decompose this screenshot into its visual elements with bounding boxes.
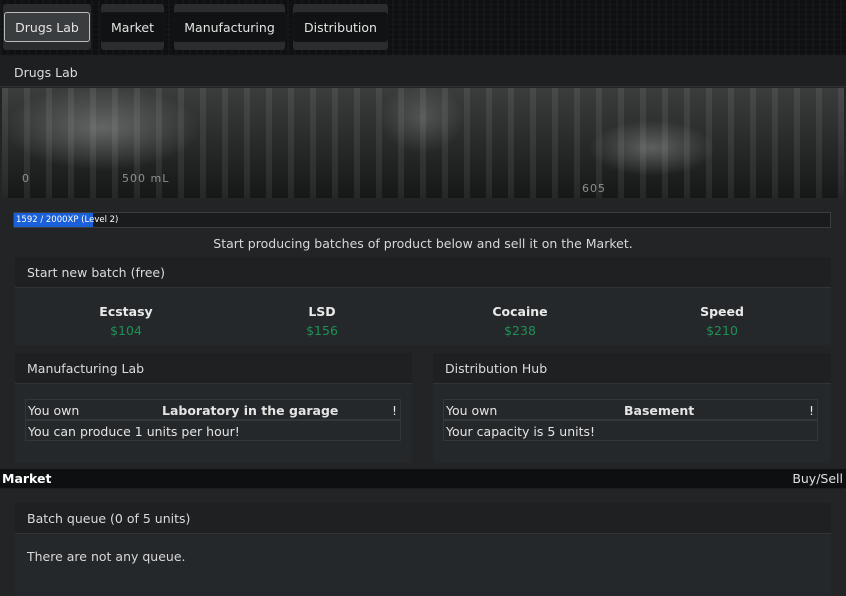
manufacturing-owned-row: You own Laboratory in the garage ! (25, 399, 401, 420)
top-nav: Drugs Lab Market Manufacturing Distribut… (0, 0, 846, 55)
production-rate-text: You can produce 1 units per hour! (28, 424, 240, 439)
drug-price: $104 (110, 323, 142, 338)
manufacturing-lab-card: Manufacturing Lab You own Laboratory in … (15, 353, 412, 463)
tab-drugs-lab-button[interactable]: Drugs Lab (4, 12, 90, 42)
tab-manufacturing-button[interactable]: Manufacturing (173, 12, 286, 42)
drug-name[interactable]: LSD (262, 304, 382, 319)
drugs-lab-panel: Drugs Lab 0 500 mL 605 1592 / 2000XP (Le… (0, 57, 846, 469)
xp-progress-label: 1592 / 2000XP (Level 2) (16, 215, 119, 225)
banner-mark-0: 0 (22, 172, 30, 185)
capacity-text: Your capacity is 5 units! (446, 424, 596, 439)
drug-name[interactable]: Cocaine (460, 304, 580, 319)
tab-market[interactable]: Market (100, 4, 165, 50)
queue-empty-text: There are not any queue. (27, 549, 186, 564)
distribution-owned-row: You own Basement ! (443, 399, 818, 420)
batch-queue-title: Batch queue (0 of 5 units) (15, 503, 831, 534)
batch-queue-card: Batch queue (0 of 5 units) There are not… (15, 503, 831, 596)
xp-progress-fill: 1592 / 2000XP (Level 2) (14, 213, 118, 227)
owned-suffix: ! (391, 403, 397, 418)
drug-speed[interactable]: Speed $210 (662, 304, 782, 338)
manufacturing-lab-title: Manufacturing Lab (15, 353, 412, 384)
drug-cocaine[interactable]: Cocaine $238 (460, 304, 580, 338)
tab-distribution[interactable]: Distribution (293, 4, 388, 50)
owned-suffix: ! (808, 403, 814, 418)
market-bar-title: Market (2, 471, 52, 486)
new-batch-card: Start new batch (free) Ecstasy $104 LSD … (15, 257, 831, 345)
owned-lab-name: Laboratory in the garage (162, 403, 339, 418)
intro-text: Start producing batches of product below… (213, 236, 633, 251)
banner-mark-605: 605 (582, 182, 606, 195)
drug-price: $156 (306, 323, 338, 338)
tab-drugs-lab[interactable]: Drugs Lab (3, 4, 91, 50)
distribution-capacity-row: Your capacity is 5 units! (443, 420, 818, 441)
drug-name[interactable]: Speed (662, 304, 782, 319)
buy-sell-link[interactable]: Buy/Sell (792, 471, 843, 486)
queue-panel: Batch queue (0 of 5 units) There are not… (0, 489, 846, 596)
distribution-hub-card: Distribution Hub You own Basement ! Your… (433, 353, 831, 463)
owned-prefix: You own (446, 403, 498, 418)
tab-distribution-button[interactable]: Distribution (293, 12, 388, 42)
drug-lsd[interactable]: LSD $156 (262, 304, 382, 338)
drug-price: $210 (706, 323, 738, 338)
drug-ecstasy[interactable]: Ecstasy $104 (66, 304, 186, 338)
owned-hub-name: Basement (624, 403, 695, 418)
lab-banner-image: 0 500 mL 605 (2, 88, 844, 198)
distribution-hub-title: Distribution Hub (433, 353, 831, 384)
manufacturing-rate-row: You can produce 1 units per hour! (25, 420, 401, 441)
owned-prefix: You own (28, 403, 80, 418)
xp-progress-bar: 1592 / 2000XP (Level 2) (13, 212, 831, 228)
banner-mark-500: 500 mL (122, 172, 170, 185)
market-bar: Market Buy/Sell (0, 469, 846, 488)
panel-title: Drugs Lab (0, 57, 846, 87)
tab-market-button[interactable]: Market (100, 12, 165, 42)
tab-manufacturing[interactable]: Manufacturing (173, 4, 286, 50)
drug-price: $238 (504, 323, 536, 338)
drug-name[interactable]: Ecstasy (66, 304, 186, 319)
new-batch-title: Start new batch (free) (15, 257, 831, 288)
